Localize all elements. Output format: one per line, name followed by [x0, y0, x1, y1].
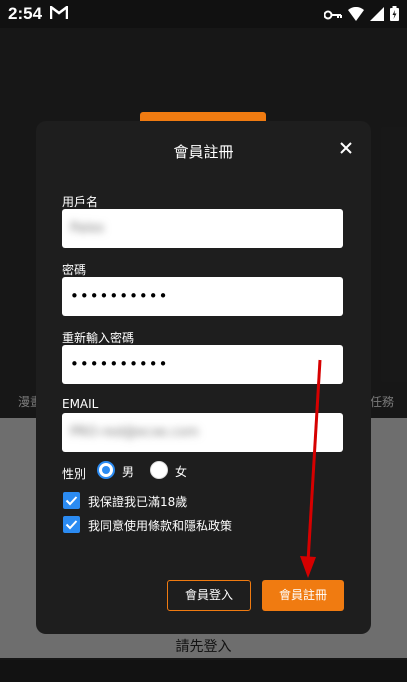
password-label: 密碼: [62, 263, 87, 277]
username-value: Palex: [70, 221, 105, 236]
checkmark-icon: [65, 496, 78, 506]
email-value: PRO-red@ecxe.com: [70, 425, 199, 440]
policy-checkbox-label: 我同意使用條款和隱私政策: [88, 519, 233, 533]
age-checkbox[interactable]: [63, 492, 80, 509]
close-icon[interactable]: [336, 138, 356, 158]
wifi-icon: [348, 6, 364, 25]
gmail-icon: [49, 4, 69, 24]
password-confirm-input[interactable]: ••••••••••: [62, 345, 343, 384]
status-bar: 2:54: [0, 0, 407, 28]
status-icons: [323, 6, 399, 25]
password-input[interactable]: ••••••••••: [62, 277, 343, 316]
member-register-button[interactable]: 會員註冊: [262, 580, 344, 611]
password-confirm-label: 重新輸入密碼: [62, 331, 135, 345]
gender-label: 性別: [62, 467, 87, 481]
gender-female-label: 女: [175, 465, 188, 479]
member-login-button[interactable]: 會員登入: [167, 580, 251, 611]
gender-male-radio[interactable]: [97, 461, 115, 479]
password-value: ••••••••••: [70, 287, 169, 305]
gender-female-radio[interactable]: [150, 461, 168, 479]
checkmark-icon: [65, 520, 78, 530]
username-input[interactable]: Palex: [62, 209, 343, 248]
signal-icon: [370, 6, 384, 25]
policy-checkbox[interactable]: [63, 516, 80, 533]
username-label: 用戶名: [62, 195, 99, 209]
email-input[interactable]: PRO-red@ecxe.com: [62, 413, 343, 452]
battery-icon: [390, 6, 399, 25]
password-confirm-value: ••••••••••: [70, 355, 169, 373]
dialog-title: 會員註冊: [173, 143, 234, 161]
age-checkbox-label: 我保證我已滿18歲: [88, 495, 188, 509]
gender-male-label: 男: [122, 465, 135, 479]
key-icon: [323, 6, 342, 25]
register-dialog: 會員註冊 用戶名 Palex 密碼 •••••••••• 重新輸入密碼 ••••…: [36, 121, 371, 634]
email-label: EMAIL: [62, 397, 99, 411]
status-time: 2:54: [8, 4, 43, 23]
